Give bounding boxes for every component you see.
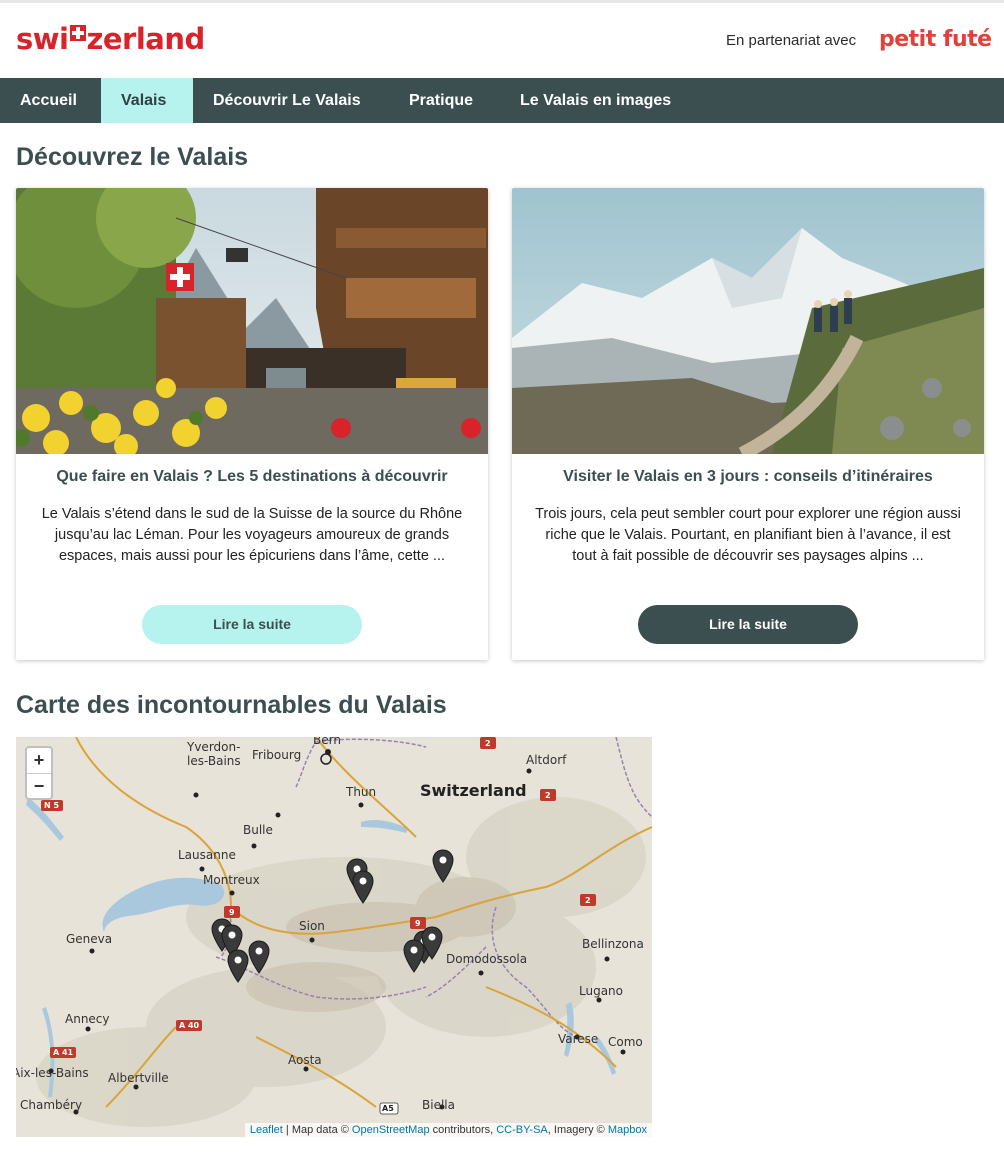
- map-place-label: Varese: [558, 1032, 599, 1046]
- card-title[interactable]: Visiter le Valais en 3 jours : conseils …: [522, 468, 974, 486]
- nav-item-images[interactable]: Le Valais en images: [500, 78, 691, 123]
- svg-text:A 40: A 40: [179, 1021, 200, 1030]
- nav-item-decouvrir[interactable]: Découvrir Le Valais: [193, 78, 381, 123]
- svg-text:A 41: A 41: [53, 1048, 74, 1057]
- attribution-text: | Map data ©: [282, 1124, 352, 1136]
- svg-text:N 5: N 5: [44, 801, 59, 810]
- svg-text:2: 2: [485, 739, 491, 748]
- map-place-label: Domodossola: [446, 952, 528, 966]
- map-place-label: Albertville: [108, 1071, 169, 1085]
- map-place-label: Bern: [313, 737, 341, 747]
- attribution-text: , Imagery ©: [547, 1124, 608, 1136]
- map-marker-icon[interactable]: [227, 949, 249, 983]
- main-nav: Accueil Valais Découvrir Le Valais Prati…: [0, 78, 1004, 123]
- map-place-label: Aosta: [288, 1053, 322, 1067]
- attribution-text: contributors,: [429, 1124, 497, 1136]
- map-marker-icon[interactable]: [432, 849, 454, 883]
- partner-text: En partenariat avec: [726, 32, 857, 49]
- map-place-label: Bellinzona: [582, 937, 644, 951]
- map-marker-icon[interactable]: [248, 940, 270, 974]
- map-place-label: Annecy: [65, 1012, 110, 1026]
- map-place-label: Biella: [422, 1098, 455, 1112]
- card-description: Le Valais s’étend dans le sud de la Suis…: [41, 506, 463, 564]
- osm-link[interactable]: OpenStreetMap: [352, 1124, 430, 1136]
- read-more-button[interactable]: Lire la suite: [638, 605, 858, 644]
- map-place-label: Lugano: [579, 984, 623, 998]
- map-place-label: Fribourg: [252, 748, 302, 762]
- leaflet-map[interactable]: 2 N 5 2 9 2 9 A 40 A 41 A5 Bern Altdorf …: [16, 737, 652, 1137]
- zoom-control: + −: [25, 746, 53, 800]
- article-card[interactable]: Visiter le Valais en 3 jours : conseils …: [512, 188, 984, 660]
- svg-text:A5: A5: [382, 1104, 394, 1113]
- zoom-out-button[interactable]: −: [27, 774, 51, 799]
- nav-item-pratique[interactable]: Pratique: [389, 78, 493, 123]
- leaflet-link[interactable]: Leaflet: [250, 1124, 283, 1136]
- mountain-photo: [512, 188, 984, 454]
- map-place-label: Bulle: [243, 823, 273, 837]
- map-place-label: Altdorf: [526, 753, 567, 767]
- nav-item-valais[interactable]: Valais: [101, 78, 193, 123]
- cc-by-sa-link[interactable]: CC-BY-SA: [496, 1124, 548, 1136]
- map-place-label: Yverdon-les-Bains: [187, 740, 241, 768]
- card-description: Trois jours, cela peut sembler court pou…: [535, 506, 961, 564]
- section-title-carte: Carte des incontournables du Valais: [16, 691, 447, 719]
- mapbox-link[interactable]: Mapbox: [608, 1124, 647, 1136]
- swiss-cross-icon: [69, 25, 86, 41]
- svg-text:9: 9: [229, 908, 235, 917]
- map-place-label: Sion: [299, 919, 325, 933]
- site-header: swi zerland En partenariat avec petit fut…: [0, 3, 1004, 78]
- village-photo: [16, 188, 488, 454]
- map-place-label: Lausanne: [178, 848, 236, 862]
- svg-text:2: 2: [545, 791, 551, 800]
- map-place-label: Geneva: [66, 932, 113, 946]
- card-title[interactable]: Que faire en Valais ? Les 5 destinations…: [26, 468, 478, 486]
- petit-fute-logo[interactable]: petit futé: [879, 27, 992, 52]
- article-card[interactable]: Que faire en Valais ? Les 5 destinations…: [16, 188, 488, 660]
- map-place-label: Como: [608, 1035, 643, 1049]
- switzerland-logo[interactable]: swi zerland: [16, 25, 205, 54]
- section-title-decouvrez: Découvrez le Valais: [16, 143, 249, 171]
- zoom-in-button[interactable]: +: [27, 748, 51, 774]
- map-place-label: Montreux: [203, 873, 260, 887]
- svg-text:2: 2: [585, 896, 591, 905]
- map-place-label: Chambéry: [20, 1098, 83, 1112]
- map-attribution: Leaflet | Map data © OpenStreetMap contr…: [244, 1123, 652, 1137]
- map-place-label: Thun: [346, 785, 377, 799]
- read-more-button[interactable]: Lire la suite: [142, 605, 362, 644]
- map-place-label: Aix-les-Bains: [16, 1066, 89, 1080]
- map-marker-icon[interactable]: [421, 926, 443, 960]
- nav-item-accueil[interactable]: Accueil: [0, 78, 97, 123]
- map-country-label: Switzerland: [420, 781, 527, 800]
- map-marker-icon[interactable]: [352, 870, 374, 904]
